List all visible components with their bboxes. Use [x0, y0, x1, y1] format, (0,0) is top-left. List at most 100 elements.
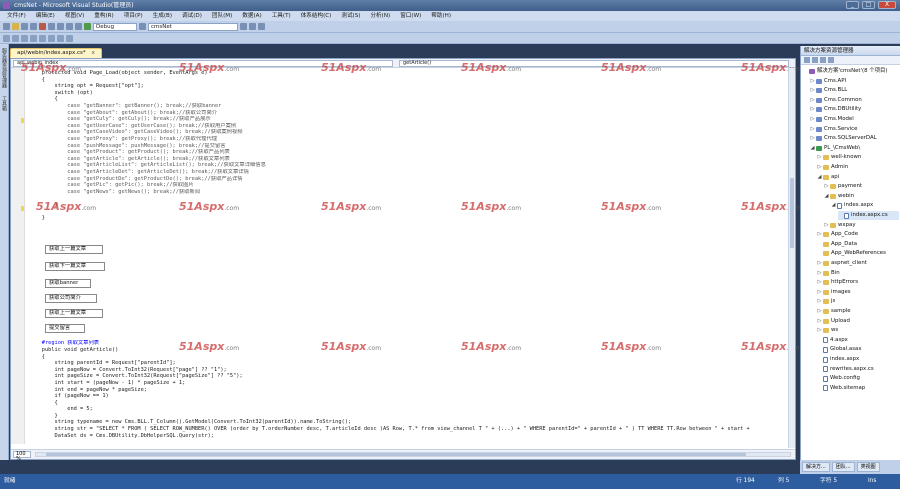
expand-arrow-icon[interactable]: ◢ [817, 173, 822, 182]
tree-node[interactable]: ◢ api [817, 173, 899, 182]
format-icon[interactable] [3, 34, 10, 42]
expand-arrow-icon[interactable]: ▷ [817, 153, 822, 162]
expand-arrow-icon[interactable]: ▷ [817, 288, 822, 297]
next-bookmark-icon[interactable] [66, 34, 73, 42]
redo-icon[interactable] [75, 23, 82, 30]
panel-tab[interactable]: 类视图 [856, 462, 880, 472]
undo-icon[interactable] [66, 23, 73, 30]
expand-arrow-icon[interactable]: ▷ [810, 77, 815, 86]
find-icon[interactable] [240, 23, 247, 30]
tree-node[interactable]: ▷ Cms.Service [810, 125, 899, 134]
tree-node[interactable]: rewrites.aspx.cs [817, 365, 899, 374]
menu-item[interactable]: 团队(M) [207, 11, 237, 21]
tree-node[interactable]: ▷ js [817, 297, 899, 306]
expand-arrow-icon[interactable]: ▷ [817, 163, 822, 172]
expand-arrow-icon[interactable]: ▷ [810, 134, 815, 143]
code-text[interactable]: protected void Page_Load(object sender, … [29, 70, 789, 443]
tree-node[interactable]: App_WebReferences [817, 249, 899, 258]
expand-arrow-icon[interactable]: ▷ [810, 115, 815, 124]
tree-node[interactable]: ▷ Cms.API [810, 77, 899, 86]
view-code-icon[interactable] [828, 57, 834, 63]
expand-arrow-icon[interactable]: ▷ [817, 269, 822, 278]
uncomment-icon[interactable] [39, 34, 46, 42]
tree-node[interactable]: ▷ Bin [817, 269, 899, 278]
menu-item[interactable]: 体系结构(C) [296, 11, 337, 21]
outdent-icon[interactable] [21, 34, 28, 42]
tree-node[interactable]: ▷ Admin [817, 163, 899, 172]
menu-item[interactable]: 分析(N) [365, 11, 395, 21]
tab-index-aspx-cs[interactable]: api/webin/index.aspx.cs* x [10, 48, 102, 58]
toolbox-icon[interactable] [258, 23, 265, 30]
tree-node[interactable]: ▷ aspnet_client [817, 259, 899, 268]
cut-icon[interactable] [39, 23, 46, 30]
menu-item[interactable]: 帮助(H) [426, 11, 456, 21]
expand-arrow-icon[interactable]: ◢ [831, 201, 836, 210]
menu-item[interactable]: 工具(T) [267, 11, 296, 21]
expand-arrow-icon[interactable]: ▷ [817, 307, 822, 316]
expand-arrow-icon[interactable]: ▷ [810, 86, 815, 95]
tree-node[interactable]: Web.config [817, 374, 899, 383]
expand-arrow-icon[interactable]: ▷ [817, 230, 822, 239]
menu-item[interactable]: 测试(S) [336, 11, 365, 21]
close-button[interactable]: X [878, 1, 896, 9]
solution-config-select[interactable]: Debug [93, 22, 137, 31]
tree-node[interactable]: ▷ wxpay [824, 221, 899, 230]
tree-node[interactable]: ▷ Cms.Common [810, 96, 899, 105]
expand-arrow-icon[interactable]: ▷ [817, 297, 822, 306]
copy-icon[interactable] [48, 23, 55, 30]
paste-icon[interactable] [57, 23, 64, 30]
bookmark-icon[interactable] [48, 34, 55, 42]
indent-icon[interactable] [12, 34, 19, 42]
tree-node[interactable]: ▷ Cms.BLL [810, 86, 899, 95]
menu-item[interactable]: 文件(F) [2, 11, 31, 21]
refresh-icon[interactable] [820, 57, 826, 63]
expand-arrow-icon[interactable]: ◢ [824, 192, 829, 201]
tree-node[interactable]: ◢ webin [824, 192, 899, 201]
tree-node[interactable]: ▷ sample [817, 307, 899, 316]
tree-node[interactable]: ▷ Cms.DBUtility [810, 105, 899, 114]
properties-icon[interactable] [804, 57, 810, 63]
menu-item[interactable]: 编辑(E) [31, 11, 60, 21]
tree-node[interactable]: 4.aspx [817, 336, 899, 345]
panel-tab[interactable]: 团队... [831, 462, 855, 472]
platform-icon[interactable] [139, 23, 146, 30]
panel-tab[interactable]: 解决方... [802, 462, 830, 472]
expand-arrow-icon[interactable]: ▷ [810, 96, 815, 105]
expand-arrow-icon[interactable]: ▷ [810, 105, 815, 114]
expand-arrow-icon[interactable]: ▷ [810, 125, 815, 134]
menu-item[interactable]: 视图(V) [60, 11, 89, 21]
show-all-files-icon[interactable] [812, 57, 818, 63]
minimize-button[interactable]: _ [846, 1, 859, 9]
start-debugging-icon[interactable] [84, 23, 91, 30]
tree-node[interactable]: ▷ httpErrors [817, 278, 899, 287]
scroll-thumb[interactable] [46, 453, 746, 456]
expand-arrow-icon[interactable]: ▷ [824, 182, 829, 191]
menu-item[interactable]: 调试(D) [177, 11, 207, 21]
tree-node[interactable]: ◢ index.aspx [831, 201, 899, 210]
tree-node[interactable]: Global.asax [817, 345, 899, 354]
close-tab-icon[interactable]: x [92, 50, 95, 56]
find-combo[interactable]: cmsNet [148, 22, 238, 31]
tree-node[interactable]: ▷ Upload [817, 317, 899, 326]
menu-item[interactable]: 窗口(W) [395, 11, 426, 21]
expand-arrow-icon[interactable]: ▷ [817, 317, 822, 326]
prev-bookmark-icon[interactable] [57, 34, 64, 42]
scroll-thumb[interactable] [790, 178, 794, 248]
tree-node[interactable]: ▷ payment [824, 182, 899, 191]
tree-node[interactable]: App_Data [817, 240, 899, 249]
tree-node[interactable]: index.aspx [817, 355, 899, 364]
menu-item[interactable]: 数据(A) [237, 11, 266, 21]
properties-icon[interactable] [249, 23, 256, 30]
tree-node[interactable]: ◢ PL_\CmsWeb\ [810, 144, 899, 153]
expand-arrow-icon[interactable]: ▷ [817, 259, 822, 268]
open-file-icon[interactable] [12, 23, 19, 30]
tree-node[interactable]: 解决方案'cmsNet'(8 个项目) [803, 67, 899, 76]
tree-node[interactable]: ▷ Cms.Model [810, 115, 899, 124]
zoom-select[interactable]: 100 % [13, 451, 31, 462]
menu-item[interactable]: 项目(P) [119, 11, 148, 21]
expand-arrow-icon[interactable]: ▷ [817, 278, 822, 287]
menu-item[interactable]: 生成(B) [148, 11, 177, 21]
save-all-icon[interactable] [30, 23, 37, 30]
comment-icon[interactable] [30, 34, 37, 42]
expand-arrow-icon[interactable]: ▷ [817, 326, 822, 335]
